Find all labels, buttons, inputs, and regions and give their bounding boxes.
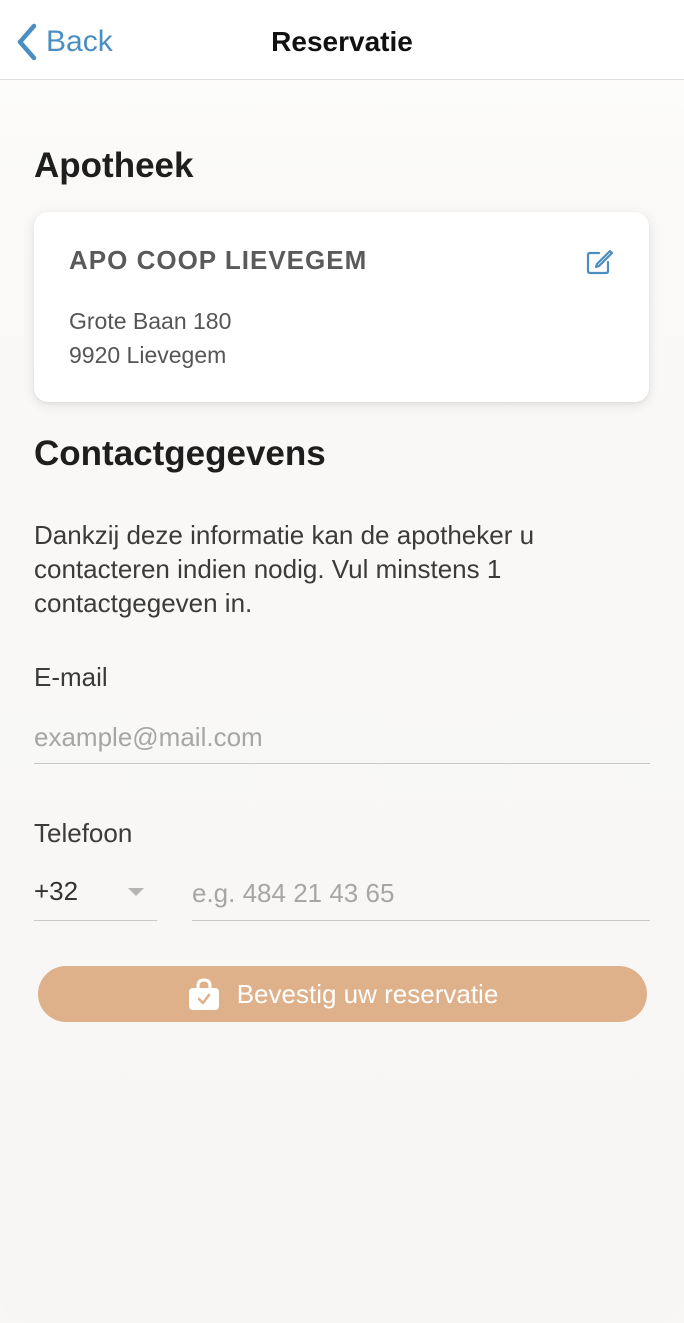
email-input[interactable]	[34, 712, 650, 764]
caret-down-icon	[128, 888, 144, 896]
phone-label: Telefoon	[34, 818, 133, 848]
shopping-bag-check-icon	[188, 978, 219, 1010]
pharmacy-section-title: Apotheek	[34, 146, 194, 185]
country-code-value: +32	[34, 876, 79, 906]
contact-description: Dankzij deze informatie kan de apotheker…	[34, 520, 535, 618]
pharmacy-address-street: Grote Baan 180	[69, 308, 232, 334]
edit-icon	[586, 249, 614, 275]
back-button[interactable]: Back	[14, 20, 113, 64]
back-label: Back	[46, 25, 113, 58]
pharmacy-name: APO COOP LIEVEGEM	[69, 245, 368, 275]
edit-pharmacy-button[interactable]	[583, 246, 615, 278]
confirm-label: Bevestig uw reservatie	[236, 978, 499, 1009]
pharmacy-card: APO COOP LIEVEGEM Grote Baan 180 9920 Li…	[34, 212, 649, 402]
email-label: E-mail	[34, 662, 108, 692]
pharmacy-address-city: 9920 Lievegem	[69, 342, 227, 368]
confirm-reservation-button[interactable]: Bevestig uw reservatie	[38, 966, 647, 1022]
country-code-select[interactable]: +32	[34, 866, 157, 921]
header-bar: Back Reservatie	[0, 0, 684, 80]
chevron-left-icon	[17, 23, 37, 61]
contact-section-title: Contactgegevens	[34, 434, 326, 473]
reservation-screen: Back Reservatie Apotheek APO COOP LIEVEG…	[0, 0, 684, 1323]
phone-input[interactable]	[192, 866, 650, 921]
